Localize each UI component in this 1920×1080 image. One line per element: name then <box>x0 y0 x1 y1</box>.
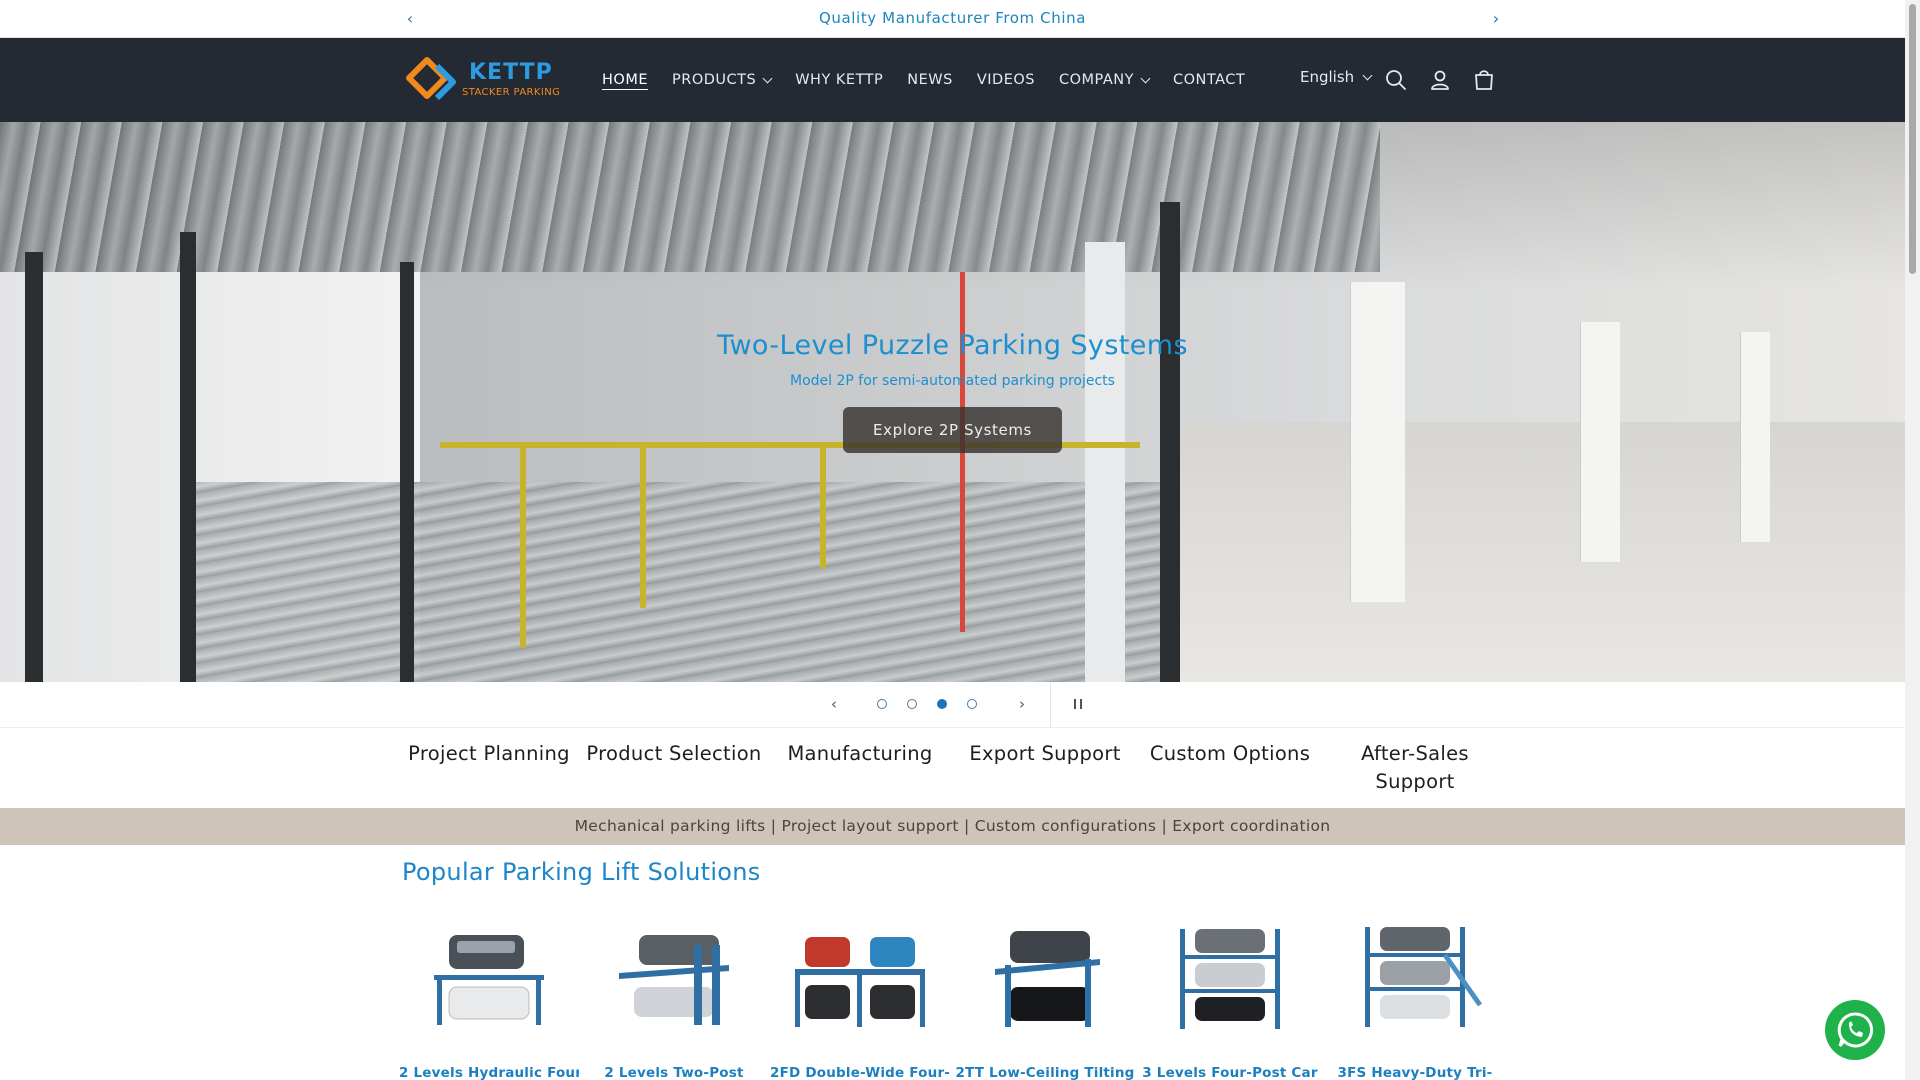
hero-photo-post <box>25 252 43 682</box>
site-logo[interactable]: KETTP STACKER PARKING <box>405 56 565 104</box>
slide-dot-1[interactable] <box>877 699 887 709</box>
slide-dot-2[interactable] <box>907 699 917 709</box>
slideshow-pause-button[interactable] <box>1070 696 1086 714</box>
service-product-selection[interactable]: Product Selection <box>584 740 764 768</box>
tagline-strip: Mechanical parking lifts | Project layou… <box>0 808 1905 845</box>
service-custom-options[interactable]: Custom Options <box>1140 740 1320 768</box>
nav-item-products[interactable]: PRODUCTS <box>672 72 773 88</box>
nav-item-label: COMPANY <box>1059 72 1134 88</box>
logo-sub-text: STACKER PARKING <box>462 87 561 98</box>
chevron-down-icon <box>1140 73 1151 83</box>
nav-item-videos[interactable]: VIDEOS <box>977 72 1035 88</box>
nav-item-contact[interactable]: CONTACT <box>1173 72 1245 88</box>
hero-subtitle: Model 2P for semi-automated parking proj… <box>790 373 1115 389</box>
product-name: 2 Levels Two-Post <box>604 1065 744 1080</box>
hero-content: Two-Level Puzzle Parking Systems Model 2… <box>0 330 1905 453</box>
nav-item-company[interactable]: COMPANY <box>1059 72 1151 88</box>
logo-brand-text: KETTP <box>469 60 553 85</box>
slideshow-controls: ‹ › <box>0 682 1905 728</box>
product-card[interactable]: 3 Levels Four-Post Car <box>1140 925 1320 1080</box>
chevron-down-icon <box>762 73 773 83</box>
product-card[interactable]: 2 Levels Hydraulic Four- <box>399 925 579 1080</box>
chevron-down-icon <box>1362 70 1373 80</box>
announcement-text: Quality Manufacturer From China <box>818 9 1086 27</box>
cart-button[interactable] <box>1471 67 1497 93</box>
product-name: 2TT Low-Ceiling Tilting <box>955 1065 1135 1080</box>
language-label: English <box>1300 68 1355 86</box>
service-manufacturing[interactable]: Manufacturing <box>770 740 950 768</box>
main-nav: HOME PRODUCTS WHY KETTP NEWS VIDEOS COMP… <box>602 38 1269 122</box>
section-title: Popular Parking Lift Solutions <box>402 858 761 886</box>
pause-icon <box>1080 699 1082 709</box>
nav-item-label: PRODUCTS <box>672 72 757 88</box>
hero-photo-post <box>180 232 196 682</box>
nav-item-label: NEWS <box>907 72 953 88</box>
cart-icon <box>1475 70 1493 90</box>
product-card[interactable]: 2FD Double-Wide Four- <box>770 925 950 1080</box>
product-name: 2FD Double-Wide Four- <box>770 1065 950 1080</box>
whatsapp-icon <box>1837 1012 1874 1048</box>
slide-next-button[interactable]: › <box>1013 695 1031 713</box>
hero-photo-rail <box>640 448 646 608</box>
hero-photo-platform <box>180 482 1180 682</box>
nav-item-news[interactable]: NEWS <box>907 72 953 88</box>
slide-prev-button[interactable]: ‹ <box>825 695 843 713</box>
product-image <box>1180 929 1280 1029</box>
nav-item-home[interactable]: HOME <box>602 72 648 88</box>
site-header: KETTP STACKER PARKING HOME PRODUCTS WHY … <box>0 38 1905 122</box>
hero-photo-post <box>400 262 414 682</box>
product-name: 3 Levels Four-Post Car <box>1142 1065 1318 1080</box>
hero-photo-rail <box>520 448 526 648</box>
product-card[interactable]: 2TT Low-Ceiling Tilting <box>955 925 1135 1080</box>
nav-item-label: VIDEOS <box>976 72 1035 88</box>
product-image <box>795 937 925 1027</box>
product-image <box>995 931 1100 1027</box>
hero-photo-pillar <box>1085 242 1125 682</box>
nav-item-why-kettp[interactable]: WHY KETTP <box>795 72 883 88</box>
language-selector[interactable]: English <box>1300 68 1373 86</box>
whatsapp-chat-button[interactable] <box>1825 1000 1885 1060</box>
pause-icon <box>1074 699 1076 709</box>
search-icon <box>1386 70 1406 90</box>
announcement-next-button[interactable]: › <box>1486 9 1506 29</box>
product-image <box>619 935 729 1025</box>
service-after-sales-support[interactable]: After-Sales Support <box>1325 740 1505 796</box>
product-name: 2 Levels Hydraulic Four- <box>399 1065 579 1080</box>
service-project-planning[interactable]: Project Planning <box>399 740 579 768</box>
account-icon <box>1431 70 1449 90</box>
announcement-bar: ‹ Quality Manufacturer From China › <box>0 0 1905 38</box>
product-card[interactable]: 3FS Heavy-Duty Tri- <box>1325 925 1505 1080</box>
explore-2p-button[interactable]: Explore 2P Systems <box>843 407 1062 453</box>
page-scrollbar[interactable] <box>1905 0 1920 1080</box>
controls-divider <box>1050 682 1051 728</box>
product-image <box>434 935 544 1025</box>
nav-item-label: HOME <box>602 72 648 88</box>
logo-mark-icon <box>406 57 456 101</box>
slide-dot-4[interactable] <box>967 699 977 709</box>
hero-title: Two-Level Puzzle Parking Systems <box>717 330 1188 361</box>
hero-photo-rail <box>820 448 826 568</box>
service-export-support[interactable]: Export Support <box>955 740 1135 768</box>
hero-photo-floor <box>1180 422 1905 682</box>
hero-slideshow: Two-Level Puzzle Parking Systems Model 2… <box>0 122 1905 682</box>
scrollbar-thumb[interactable] <box>1909 4 1916 274</box>
nav-item-label: CONTACT <box>1173 72 1246 88</box>
services-row: Project Planning Product Selection Manuf… <box>0 728 1905 808</box>
account-button[interactable] <box>1427 67 1453 93</box>
slide-dot-3[interactable] <box>937 699 947 709</box>
search-button[interactable] <box>1383 67 1409 93</box>
product-name: 3FS Heavy-Duty Tri- <box>1337 1065 1493 1080</box>
nav-item-label: WHY KETTP <box>795 72 884 88</box>
product-image <box>1365 927 1483 1027</box>
product-card[interactable]: 2 Levels Two-Post <box>584 925 764 1080</box>
